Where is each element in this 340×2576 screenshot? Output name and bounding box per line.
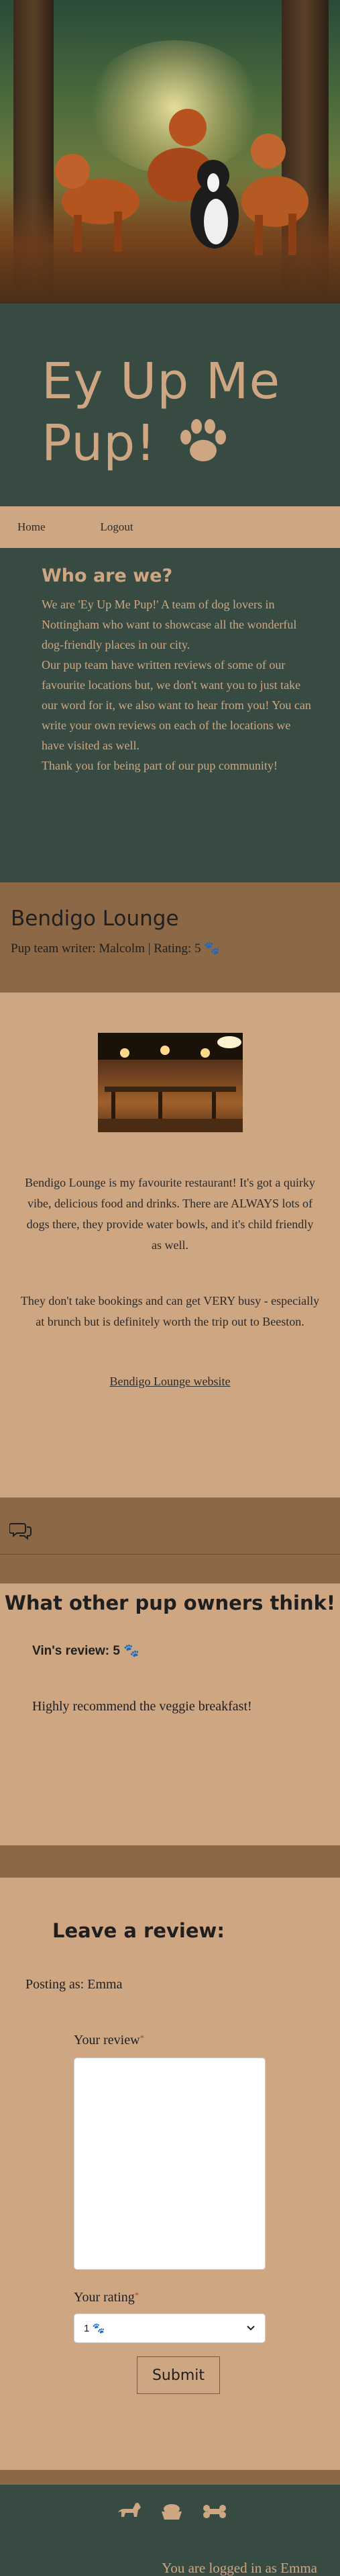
- location-paragraph-2: They don't take bookings and can get VER…: [20, 1294, 320, 1328]
- review-text: Highly recommend the veggie breakfast!: [32, 1699, 252, 1714]
- location-header: Bendigo Lounge Pup team writer: Malcolm …: [0, 882, 340, 993]
- reviews-section: What other pup owners think! Vin's revie…: [0, 1583, 340, 1845]
- rating-label: Your rating*: [74, 2290, 139, 2305]
- posting-as: Posting as: Emma: [25, 1977, 123, 1992]
- review-textarea[interactable]: [74, 2058, 266, 2270]
- rating-select[interactable]: 1 🐾: [74, 2313, 266, 2343]
- main-nav: Home Logout: [0, 506, 340, 548]
- nav-home-link[interactable]: Home: [17, 520, 46, 534]
- site-title-band: Ey Up Me Pup!: [0, 304, 340, 506]
- dog-icon: [118, 2503, 141, 2517]
- location-paragraph-1: Bendigo Lounge is my favourite restauran…: [25, 1176, 315, 1252]
- site-title-line1: Ey Up Me: [42, 353, 281, 410]
- review-author: Vin's review: 5 🐾: [32, 1644, 139, 1658]
- location-name: Bendigo Lounge: [11, 907, 179, 931]
- footer: You are logged in as Emma: [0, 2485, 340, 2576]
- leave-review-section: Leave a review: Posting as: Emma Your re…: [0, 1878, 340, 2470]
- location-website-link[interactable]: Bendigo Lounge website: [20, 1371, 320, 1392]
- food-bowl-icon: [162, 2504, 182, 2520]
- comments-bar: [0, 1498, 340, 1583]
- about-paragraph-3: Thank you for being part of our pup comm…: [42, 759, 278, 772]
- rating-selected-value: 1 🐾: [84, 2323, 105, 2334]
- footer-stripe: [0, 2470, 340, 2485]
- bone-icon: [203, 2505, 226, 2518]
- about-section: Who are we? We are 'Ey Up Me Pup!' A tea…: [0, 548, 340, 882]
- location-body: Bendigo Lounge is my favourite restauran…: [0, 993, 340, 1498]
- nav-logout-link[interactable]: Logout: [101, 520, 133, 534]
- review-form: Your review* Your rating* 1 🐾 Submit: [74, 2033, 340, 2394]
- location-photo: [97, 1033, 243, 1132]
- chevron-down-icon: [247, 2326, 255, 2331]
- dogs-illustration: [55, 109, 308, 255]
- leave-review-heading: Leave a review:: [52, 1919, 225, 1942]
- review-card: Vin's review: 5 🐾 Highly recommend the v…: [0, 1614, 340, 1714]
- site-title-line2: Pup!: [42, 414, 156, 472]
- submit-button[interactable]: Submit: [137, 2356, 220, 2394]
- about-heading: Who are we?: [42, 565, 173, 586]
- comments-icon: [9, 1523, 32, 1540]
- site-title: Ey Up Me Pup!: [42, 351, 340, 474]
- about-paragraph-2: Our pup team have written reviews of som…: [42, 658, 311, 752]
- footer-icons: [115, 2499, 228, 2524]
- divider: [0, 1554, 340, 1555]
- location-meta: Pup team writer: Malcolm | Rating: 5 🐾: [11, 941, 220, 956]
- logged-in-status: You are logged in as Emma: [162, 2560, 317, 2576]
- about-paragraph-1: We are 'Ey Up Me Pup!' A team of dog lov…: [42, 598, 297, 651]
- hero-image: [0, 0, 340, 304]
- reviews-heading: What other pup owners think!: [4, 1592, 336, 1614]
- paw-icon: [180, 419, 227, 461]
- review-label: Your review*: [74, 2033, 145, 2048]
- separator-bar: [0, 1845, 340, 1878]
